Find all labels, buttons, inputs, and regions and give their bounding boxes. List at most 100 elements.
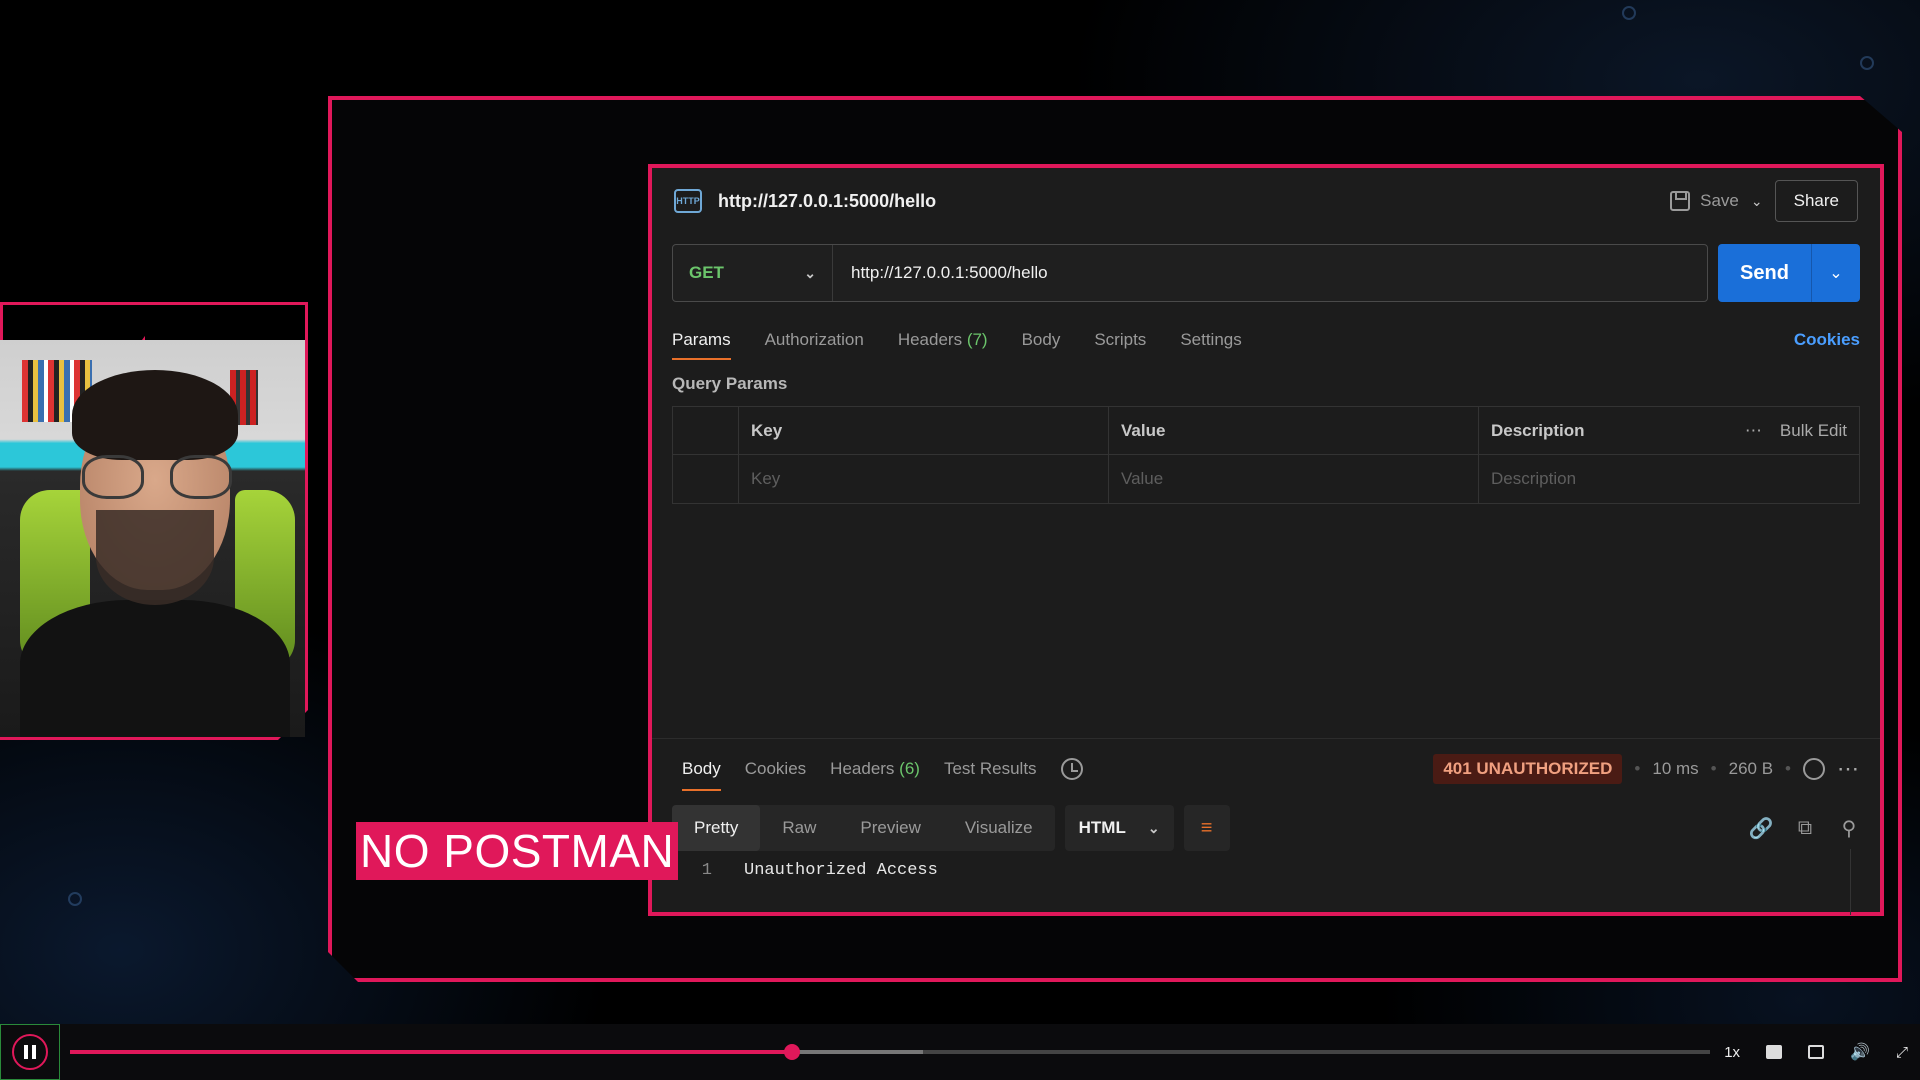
response-body-text: Unauthorized Access — [744, 861, 938, 880]
view-tab-raw[interactable]: Raw — [760, 805, 838, 851]
column-value: Value — [1109, 407, 1479, 454]
decor-dot — [68, 892, 82, 906]
progress-handle[interactable] — [783, 1044, 800, 1060]
chevron-down-icon: ⌄ — [804, 264, 816, 281]
playback-speed-button[interactable]: 1x — [1724, 1044, 1740, 1061]
copy-icon[interactable]: ⧉ — [1794, 817, 1816, 839]
http-icon: HTTP — [674, 189, 702, 213]
response-panel: Body Cookies Headers (6) Test Results 40… — [652, 738, 1880, 915]
response-tabs: Body Cookies Headers (6) Test Results 40… — [682, 749, 1860, 791]
captions-icon[interactable] — [1766, 1045, 1783, 1059]
method-select[interactable]: GET ⌄ — [673, 245, 833, 301]
save-label: Save — [1700, 191, 1739, 210]
tab-headers-count: (7) — [966, 330, 988, 349]
person-shirt — [20, 600, 290, 737]
separator-dot: • — [1785, 759, 1791, 778]
more-icon[interactable]: ⋯ — [1745, 421, 1762, 441]
response-body: 1 Unauthorized Access — [692, 861, 1850, 911]
table-header-row: Key Value Description ⋯ Bulk Edit — [673, 407, 1859, 455]
view-mode-tabs: Pretty Raw Preview Visualize — [672, 805, 1055, 851]
volume-icon[interactable]: 🔊 — [1850, 1042, 1870, 1062]
response-tab-test-results[interactable]: Test Results — [944, 759, 1037, 779]
value-input[interactable]: Value — [1109, 455, 1479, 503]
send-options-chevron-icon[interactable]: ⌄ — [1812, 244, 1860, 302]
header-actions: Save ⌄ Share — [1670, 180, 1858, 222]
frame-accent — [328, 96, 332, 180]
video-player-bar: 1x 🔊 ⤢ — [0, 1024, 1920, 1080]
view-tab-preview[interactable]: Preview — [838, 805, 942, 851]
key-input[interactable]: Key — [739, 455, 1109, 503]
cookies-link[interactable]: Cookies — [1794, 330, 1860, 350]
request-header: HTTP http://127.0.0.1:5000/hello Save ⌄ … — [652, 168, 1880, 234]
tab-body[interactable]: Body — [1022, 330, 1061, 350]
frame-accent — [1898, 900, 1902, 982]
request-title: http://127.0.0.1:5000/hello — [718, 190, 937, 211]
pause-icon — [12, 1034, 48, 1070]
response-view-controls: Pretty Raw Preview Visualize HTML ⌄ ≡ 🔗 … — [672, 805, 1860, 851]
response-tab-body[interactable]: Body — [682, 759, 721, 791]
tab-authorization[interactable]: Authorization — [765, 330, 864, 350]
query-params-table: Key Value Description ⋯ Bulk Edit Key Va… — [672, 406, 1860, 504]
view-tab-visualize[interactable]: Visualize — [943, 805, 1055, 851]
query-params-label: Query Params — [672, 374, 788, 393]
progress-bar[interactable] — [70, 1044, 1710, 1060]
checkbox-column — [673, 407, 739, 454]
line-number: 1 — [701, 861, 712, 880]
tab-settings[interactable]: Settings — [1180, 330, 1241, 350]
table-row: Key Value Description — [673, 455, 1859, 503]
frame-accent — [328, 96, 372, 100]
person-glasses — [82, 455, 232, 499]
column-description: Description ⋯ Bulk Edit — [1479, 407, 1859, 454]
url-bar: GET ⌄ Send ⌄ — [672, 244, 1860, 302]
share-button[interactable]: Share — [1774, 180, 1858, 222]
save-button[interactable]: Save — [1670, 191, 1739, 211]
webcam-feed — [0, 340, 305, 737]
history-icon[interactable] — [1060, 758, 1083, 780]
scrollbar[interactable] — [1850, 849, 1870, 915]
response-tab-headers-label: Headers — [830, 759, 895, 778]
fullscreen-exit-icon[interactable]: ⤢ — [1896, 1044, 1908, 1061]
person-beard — [96, 510, 214, 605]
chevron-down-icon: ⌄ — [1147, 819, 1160, 836]
globe-icon[interactable] — [1803, 758, 1825, 780]
save-icon — [1670, 191, 1691, 211]
picture-in-picture-icon[interactable] — [1808, 1045, 1825, 1059]
send-group: Send ⌄ — [1718, 244, 1860, 302]
tab-headers[interactable]: Headers (7) — [898, 330, 988, 350]
status-badge[interactable]: 401 UNAUTHORIZED — [1433, 754, 1623, 784]
column-key: Key — [739, 407, 1109, 454]
decor-dot — [1860, 56, 1874, 70]
response-tab-headers-count: (6) — [899, 759, 920, 778]
search-icon[interactable]: ⚲ — [1838, 817, 1860, 840]
tab-params[interactable]: Params — [672, 330, 731, 360]
bulk-edit: ⋯ Bulk Edit — [1745, 421, 1847, 441]
postman-window: HTTP http://127.0.0.1:5000/hello Save ⌄ … — [648, 164, 1884, 916]
format-select[interactable]: HTML ⌄ — [1064, 805, 1174, 851]
tab-headers-label: Headers — [897, 330, 963, 349]
request-tabs: Params Authorization Headers (7) Body Sc… — [672, 320, 1860, 360]
decor-dot — [1622, 6, 1636, 20]
caption-overlay: NO POSTMAN — [356, 822, 679, 880]
view-tab-pretty[interactable]: Pretty — [672, 805, 761, 851]
person-hair — [72, 370, 238, 460]
chevron-down-icon[interactable]: ⌄ — [1751, 193, 1763, 210]
pause-button[interactable] — [0, 1024, 60, 1080]
separator-dot: • — [1634, 759, 1641, 778]
send-button[interactable]: Send — [1718, 244, 1812, 302]
link-icon[interactable]: 🔗 — [1749, 817, 1774, 840]
progress-played — [70, 1050, 792, 1054]
method-label: GET — [689, 263, 724, 282]
row-checkbox-cell — [673, 455, 739, 503]
description-input[interactable]: Description — [1479, 455, 1859, 503]
response-size[interactable]: 260 B — [1729, 759, 1773, 779]
response-tab-cookies[interactable]: Cookies — [745, 759, 806, 779]
response-tab-headers[interactable]: Headers (6) — [830, 759, 920, 779]
response-actions: 🔗 ⧉ ⚲ — [1749, 817, 1860, 840]
player-controls: 1x 🔊 ⤢ — [1724, 1024, 1908, 1080]
bulk-edit-button[interactable]: Bulk Edit — [1780, 421, 1847, 441]
tab-scripts[interactable]: Scripts — [1094, 330, 1146, 350]
response-time[interactable]: 10 ms — [1652, 759, 1698, 779]
wrap-lines-icon[interactable]: ≡ — [1183, 805, 1230, 851]
url-input[interactable] — [833, 245, 1707, 301]
more-icon[interactable]: ⋯ — [1837, 756, 1860, 782]
